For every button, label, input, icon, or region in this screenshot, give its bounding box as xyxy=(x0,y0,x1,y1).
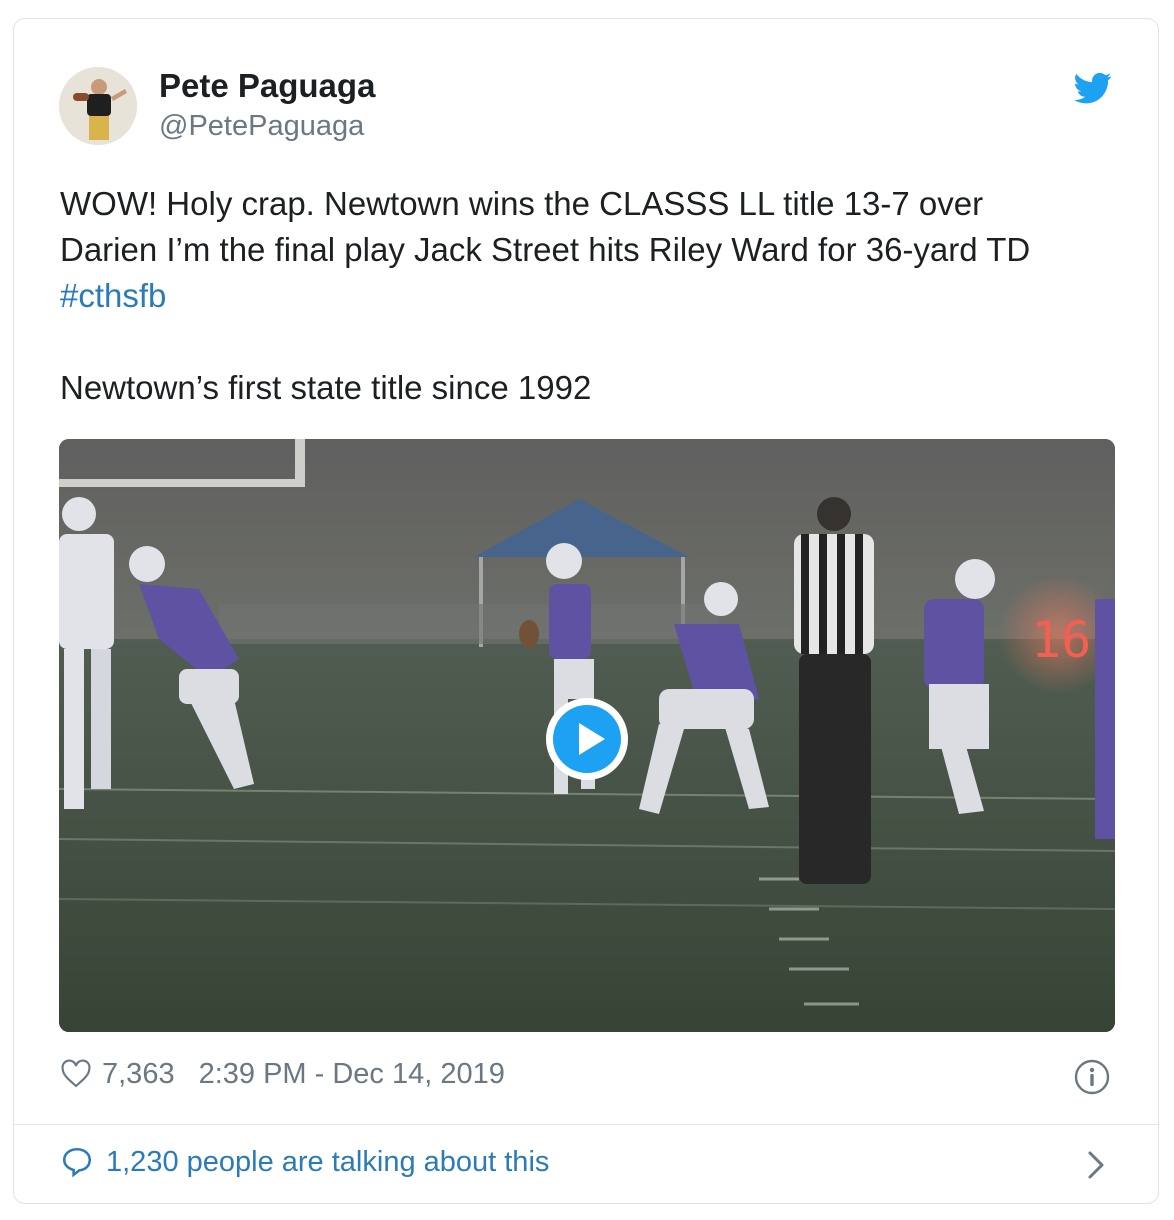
tweet-meta: 7,363 2:39 PM - Dec 14, 2019 xyxy=(60,1055,505,1093)
like-count[interactable]: 7,363 xyxy=(102,1058,175,1091)
divider xyxy=(14,1124,1158,1125)
play-icon[interactable] xyxy=(543,695,631,783)
author-name[interactable]: Pete Paguaga xyxy=(159,67,375,105)
tweet-card: Pete Paguaga @PetePaguaga WOW! Holy crap… xyxy=(13,18,1159,1204)
conversation-link[interactable]: 1,230 people are talking about this xyxy=(60,1145,549,1179)
tweet-line-3: Newtown’s first state title since 1992 xyxy=(60,369,592,406)
twitter-bird-icon[interactable] xyxy=(1074,69,1112,107)
chevron-right-icon[interactable] xyxy=(1084,1149,1108,1181)
hashtag-link[interactable]: #cthsfb xyxy=(60,277,166,314)
heart-icon[interactable] xyxy=(60,1058,92,1090)
video-player[interactable]: 16 xyxy=(59,439,1115,1032)
avatar[interactable] xyxy=(59,67,137,145)
author-handle[interactable]: @PetePaguaga xyxy=(159,110,364,143)
tweet-line-2: Darien I’m the final play Jack Street hi… xyxy=(60,231,1031,268)
speech-bubble-icon xyxy=(62,1147,92,1178)
play-button[interactable] xyxy=(543,695,631,783)
tweet-timestamp[interactable]: 2:39 PM - Dec 14, 2019 xyxy=(199,1058,505,1091)
tweet-line-1: WOW! Holy crap. Newtown wins the CLASSS … xyxy=(60,185,984,222)
tweet-text: WOW! Holy crap. Newtown wins the CLASSS … xyxy=(60,181,1120,411)
info-icon[interactable] xyxy=(1074,1059,1110,1095)
conversation-text[interactable]: 1,230 people are talking about this xyxy=(106,1146,549,1179)
